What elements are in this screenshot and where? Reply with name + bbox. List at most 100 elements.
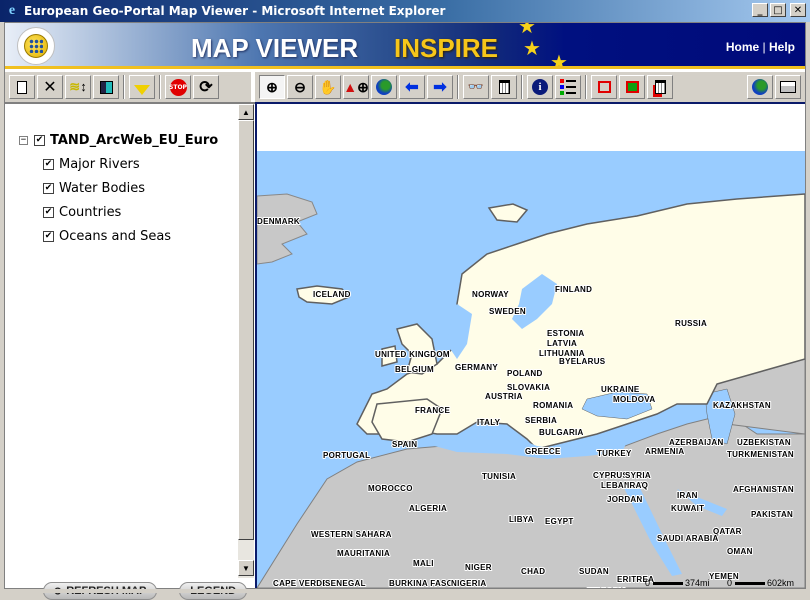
select-feature-button[interactable] <box>619 75 645 99</box>
zoom-to-layer-button[interactable]: ▲⊕ <box>343 75 369 99</box>
layer-label[interactable]: Major Rivers <box>59 157 140 172</box>
select-rectangle-button[interactable] <box>591 75 617 99</box>
collapse-toggle[interactable]: − <box>19 135 28 145</box>
banner-brand: INSPIRE <box>394 33 499 63</box>
layer-item: ✔ Oceans and Seas <box>19 224 218 248</box>
map-label-belgium: BELGIUM <box>395 365 434 374</box>
add-layer-button[interactable] <box>129 75 155 99</box>
web-service-button[interactable] <box>747 75 773 99</box>
close-button[interactable]: ✕ <box>790 3 806 17</box>
forward-arrow-icon: ➡ <box>433 79 447 96</box>
map-label-romania: ROMANIA <box>533 401 573 410</box>
map-canvas[interactable]: DENMARK ICELAND NORWAY SWEDEN FINLAND RUSSIA E… <box>257 104 805 588</box>
new-button[interactable] <box>9 75 35 99</box>
new-icon <box>17 80 27 94</box>
map-label-united-kingdom: UNITED KINGDOM <box>375 350 450 359</box>
layer-group-checkbox[interactable]: ✔ <box>34 134 45 146</box>
layer-checkbox-countries[interactable]: ✔ <box>43 206 54 218</box>
map-label-portugal: PORTUGAL <box>323 451 370 460</box>
map-label-estonia: ESTONIA <box>547 329 585 338</box>
map-label-turkmenistan: TURKMENISTAN <box>727 450 794 459</box>
layer-toolbar: ✕ ≋↕ STOP ⟳ <box>5 72 253 102</box>
delete-button[interactable]: ✕ <box>37 75 63 99</box>
map-label-germany: GERMANY <box>455 363 498 372</box>
map-label-serbia: SERBIA <box>525 416 557 425</box>
eu-star-icon: ★ <box>550 52 568 69</box>
map-label-sudan: SUDAN <box>579 567 609 576</box>
map-label-morocco: MOROCCO <box>368 484 413 493</box>
layer-checkbox-water-bodies[interactable]: ✔ <box>43 182 54 194</box>
delete-icon: ✕ <box>43 79 57 96</box>
layer-group-label[interactable]: TAND_ArcWeb_EU_Euro <box>50 133 218 148</box>
legend-list-button[interactable] <box>555 75 581 99</box>
map-label-russia: RUSSIA <box>675 319 707 328</box>
home-link[interactable]: Home <box>726 40 759 54</box>
map-label-iraq: IRAQ <box>627 481 648 490</box>
map-label-latvia: LATVIA <box>547 339 577 348</box>
header-banner: MAP VIEWER INSPIRE ★ ★ ★ Home | Help <box>5 23 805 69</box>
clear-selection-button[interactable] <box>647 75 673 99</box>
map-label-iceland: ICELAND <box>313 290 351 299</box>
map-label-turkey: TURKEY <box>597 449 632 458</box>
map-label-austria: AUSTRIA <box>485 392 523 401</box>
back-button[interactable]: ⬅ <box>399 75 425 99</box>
layer-checkbox-oceans-seas[interactable]: ✔ <box>43 230 54 242</box>
clear-button[interactable] <box>491 75 517 99</box>
map-label-ethiopia: ETHIOPIA <box>587 587 627 588</box>
zoom-in-button[interactable]: ⊕ <box>259 75 285 99</box>
toolbar-separator <box>585 75 587 99</box>
scroll-down-button[interactable]: ▼ <box>238 560 254 576</box>
help-link[interactable]: Help <box>769 40 795 54</box>
map-top-blank <box>257 104 805 151</box>
scroll-up-button[interactable]: ▲ <box>238 104 254 120</box>
scroll-thumb[interactable] <box>238 120 254 540</box>
layer-label[interactable]: Oceans and Seas <box>59 229 171 244</box>
layer-item: ✔ Water Bodies <box>19 176 218 200</box>
pan-button[interactable]: ✋ <box>315 75 341 99</box>
layer-label[interactable]: Water Bodies <box>59 181 145 196</box>
map-label-moldova: MOLDOVA <box>613 395 655 404</box>
map-label-niger: NIGER <box>465 563 492 572</box>
back-arrow-icon: ⬅ <box>405 79 419 96</box>
maximize-button[interactable]: □ <box>770 3 786 17</box>
stop-button[interactable]: STOP <box>165 75 191 99</box>
select-feature-icon <box>625 81 639 93</box>
print-button[interactable] <box>775 75 801 99</box>
zoom-out-button[interactable]: ⊖ <box>287 75 313 99</box>
map-label-armenia: ARMENIA <box>645 447 684 456</box>
layer-order-button[interactable]: ≋↕ <box>65 75 91 99</box>
refresh-button[interactable]: ⟳ <box>193 75 219 99</box>
layer-label[interactable]: Countries <box>59 205 121 220</box>
zoom-to-layer-icon: ▲⊕ <box>343 78 369 95</box>
window-title: European Geo-Portal Map Viewer - Microso… <box>24 4 446 18</box>
map-label-afghanistan: AFGHANISTAN <box>733 485 794 494</box>
full-extent-button[interactable] <box>371 75 397 99</box>
map-view[interactable]: DENMARK ICELAND NORWAY SWEDEN FINLAND RUSSIA E… <box>255 102 805 588</box>
add-layer-icon <box>134 85 150 95</box>
transparency-icon <box>99 80 113 94</box>
pan-hand-icon: ✋ <box>319 78 337 95</box>
link-separator: | <box>762 40 766 54</box>
find-button[interactable]: 👓 <box>463 75 489 99</box>
window-titlebar: e European Geo-Portal Map Viewer - Micro… <box>0 0 810 22</box>
layers-scrollbar[interactable]: ▲ ▼ <box>238 104 254 578</box>
map-label-finland: FINLAND <box>555 285 592 294</box>
scale-miles-label: 374mi <box>685 578 710 588</box>
map-label-slovakia: SLOVAKIA <box>507 383 550 392</box>
map-label-poland: POLAND <box>507 369 543 378</box>
stop-icon: STOP <box>169 78 187 96</box>
layer-checkbox-major-rivers[interactable]: ✔ <box>43 158 54 170</box>
banner-title: MAP VIEWER <box>191 33 359 63</box>
map-label-italy: ITALY <box>477 418 501 427</box>
status-bar <box>0 589 810 593</box>
map-label-norway: NORWAY <box>472 290 509 299</box>
layer-item: ✔ Major Rivers <box>19 152 218 176</box>
layer-tree: − ✔ TAND_ArcWeb_EU_Euro ✔ Major Rivers ✔… <box>19 128 218 248</box>
forward-button[interactable]: ➡ <box>427 75 453 99</box>
arrow-up-icon: ▲ <box>242 107 250 117</box>
transparency-button[interactable] <box>93 75 119 99</box>
minimize-button[interactable]: _ <box>752 3 768 17</box>
identify-button[interactable]: i <box>527 75 553 99</box>
map-label-yemen: YEMEN <box>709 572 739 581</box>
map-label-denmark: DENMARK <box>257 217 300 226</box>
